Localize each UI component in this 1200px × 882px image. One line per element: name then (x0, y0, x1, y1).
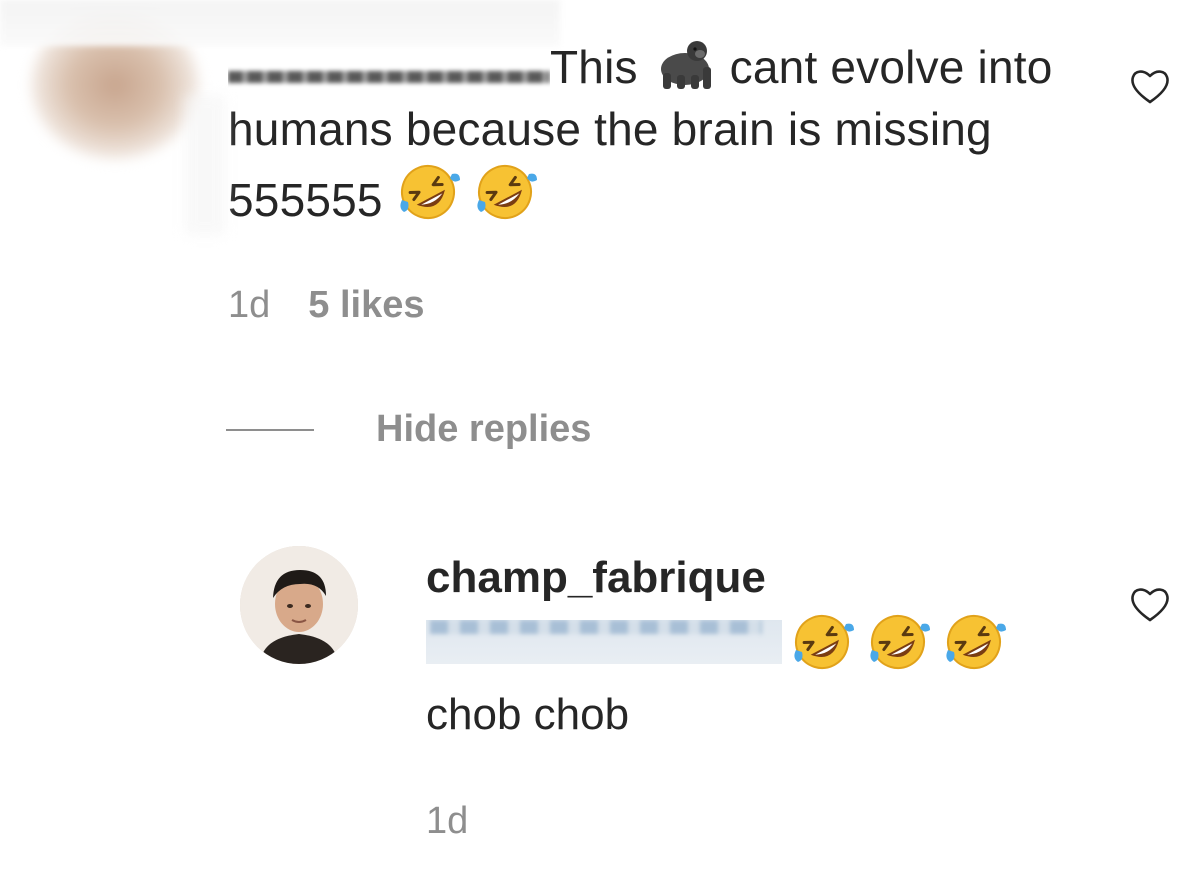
reply-text: chob chob (426, 690, 630, 739)
like-heart-icon[interactable] (1128, 66, 1172, 106)
replies-divider-line (226, 428, 314, 431)
redacted-mention[interactable] (426, 620, 782, 664)
redacted-username[interactable] (228, 49, 550, 89)
like-heart-icon[interactable] (1128, 584, 1172, 624)
rolling-on-floor-laughing-icon (396, 160, 460, 224)
reply-avatar[interactable] (240, 546, 358, 664)
hide-replies-button[interactable]: Hide replies (226, 408, 591, 451)
rolling-on-floor-laughing-icon (936, 610, 1012, 674)
reply-timestamp[interactable]: 1d (426, 800, 468, 843)
parent-comment-text-start: This (550, 41, 638, 93)
gorilla-icon (651, 37, 717, 91)
rolling-on-floor-laughing-icon (784, 610, 860, 674)
reply-username[interactable]: champ_fabrique (426, 553, 766, 603)
comment-thread: This cant evolve into humans because the… (0, 0, 1200, 882)
parent-comment-text: This cant evolve into humans because the… (228, 36, 1068, 231)
likes-count[interactable]: 5 likes (308, 284, 424, 326)
rolling-on-floor-laughing-icon (860, 610, 936, 674)
hide-replies-label: Hide replies (376, 408, 592, 450)
rolling-on-floor-laughing-icon (473, 160, 537, 224)
redaction-blur (185, 95, 225, 235)
parent-comment-meta: 1d 5 likes (228, 284, 463, 327)
reply-first-line (426, 610, 1012, 674)
comment-timestamp[interactable]: 1d (228, 284, 270, 326)
